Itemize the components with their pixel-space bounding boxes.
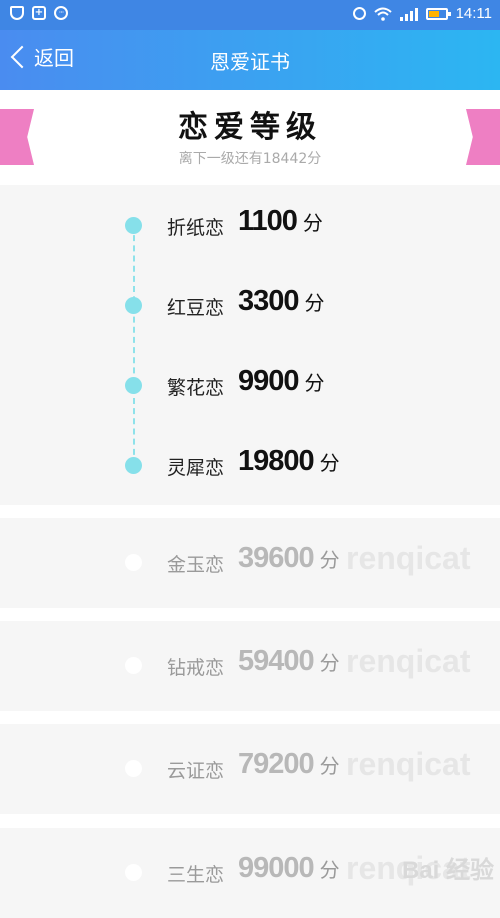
level-name: 繁花恋 <box>167 377 225 399</box>
level-score: 59400 分 <box>238 645 340 677</box>
baidu-watermark: Bai 经验 <box>401 857 494 884</box>
watermark-text: renqicat <box>346 643 471 679</box>
app-bar: 返回 恩爱证书 <box>0 30 500 90</box>
alarm-icon <box>352 7 366 20</box>
unlocked-levels: 折纸恋 1100 分 红豆恋 3300 分 繁花恋 9900 分 灵犀恋 19800 分 <box>0 185 500 505</box>
level-item: 灵犀恋 19800 分 <box>0 445 500 485</box>
locked-level: 钻戒恋 59400 分 renqicat <box>0 621 500 711</box>
level-dot <box>125 377 142 394</box>
level-header: 恋爱等级 离下一级还有18442分 <box>0 90 500 185</box>
more-dots-icon: ··· <box>54 6 68 20</box>
locked-level: 金玉恋 39600 分 renqicat <box>0 518 500 608</box>
level-dot <box>125 760 142 777</box>
level-dot <box>125 217 142 234</box>
page-title: 恩爱证书 <box>210 50 290 74</box>
level-name: 灵犀恋 <box>167 457 225 479</box>
level-subtitle: 离下一级还有18442分 <box>178 151 322 167</box>
level-name: 折纸恋 <box>167 217 225 239</box>
level-item: 繁花恋 9900 分 <box>0 365 500 405</box>
level-score: 3300 分 <box>238 285 325 317</box>
level-dot <box>125 864 142 881</box>
level-score: 79200 分 <box>238 748 340 780</box>
battery-icon <box>425 7 451 20</box>
level-dot <box>125 457 142 474</box>
level-name: 钻戒恋 <box>167 657 225 679</box>
level-score: 39600 分 <box>238 542 340 574</box>
level-name: 三生恋 <box>167 864 225 886</box>
level-score: 19800 分 <box>238 445 340 477</box>
watermark-text: renqicat <box>346 540 471 576</box>
level-name: 云证恋 <box>167 760 225 782</box>
wifi-icon <box>373 7 392 21</box>
status-bar: + ··· 14:11 <box>0 0 500 30</box>
level-score: 9900 分 <box>238 365 325 397</box>
level-score: 99000 分 <box>238 852 340 884</box>
status-time: 14:11 <box>455 5 492 22</box>
level-name: 金玉恋 <box>167 554 225 576</box>
level-dot <box>125 554 142 571</box>
level-dot <box>125 657 142 674</box>
watermark-text: renqicat <box>346 746 471 782</box>
signal-icon <box>399 7 418 21</box>
level-score: 1100 分 <box>238 205 323 237</box>
level-dot <box>125 297 142 314</box>
timeline-line <box>133 225 135 465</box>
shield-icon <box>10 6 24 20</box>
level-item: 红豆恋 3300 分 <box>0 285 500 325</box>
locked-level: 云证恋 79200 分 renqicat <box>0 724 500 814</box>
level-name: 红豆恋 <box>167 297 225 319</box>
level-item: 折纸恋 1100 分 <box>0 205 500 245</box>
level-title: 恋爱等级 <box>178 110 322 145</box>
plus-box-icon: + <box>32 6 46 20</box>
